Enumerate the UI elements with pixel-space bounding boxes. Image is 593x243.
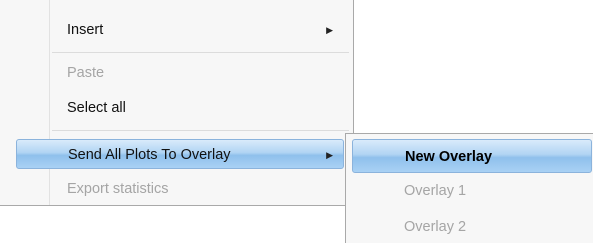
overlay-submenu: New Overlay Overlay 1 Overlay 2 <box>345 133 593 243</box>
submenu-item-label: Overlay 1 <box>404 183 467 199</box>
menu-item-label: Export statistics <box>67 181 169 197</box>
submenu-arrow-icon: ▶ <box>326 150 333 160</box>
menu-item-paste: Paste <box>0 58 352 88</box>
menu-item-label: Send All Plots To Overlay <box>68 147 231 163</box>
submenu-item-new-overlay[interactable]: New Overlay <box>352 139 592 173</box>
submenu-item-label: New Overlay <box>405 149 493 165</box>
submenu-arrow-icon: ▶ <box>326 25 333 35</box>
menu-item-label: Paste <box>67 65 105 81</box>
menu-separator <box>52 130 349 131</box>
menu-item-select-all[interactable]: Select all <box>0 93 352 123</box>
screen: Insert ▶ Paste Select all Send All Plots… <box>0 0 593 243</box>
menu-item-export-statistics: Export statistics <box>0 174 352 204</box>
menu-item-send-all-plots-to-overlay[interactable]: Send All Plots To Overlay ▶ <box>16 139 344 169</box>
menu-item-insert[interactable]: Insert ▶ <box>0 15 352 45</box>
submenu-item-label: Overlay 2 <box>404 219 467 235</box>
menu-separator <box>52 52 349 53</box>
submenu-item-overlay-1: Overlay 1 <box>346 174 592 208</box>
menu-item-label: Insert <box>67 22 104 38</box>
menu-item-label: Select all <box>67 100 126 116</box>
context-menu: Insert ▶ Paste Select all Send All Plots… <box>0 0 354 206</box>
submenu-item-overlay-2: Overlay 2 <box>346 210 592 243</box>
